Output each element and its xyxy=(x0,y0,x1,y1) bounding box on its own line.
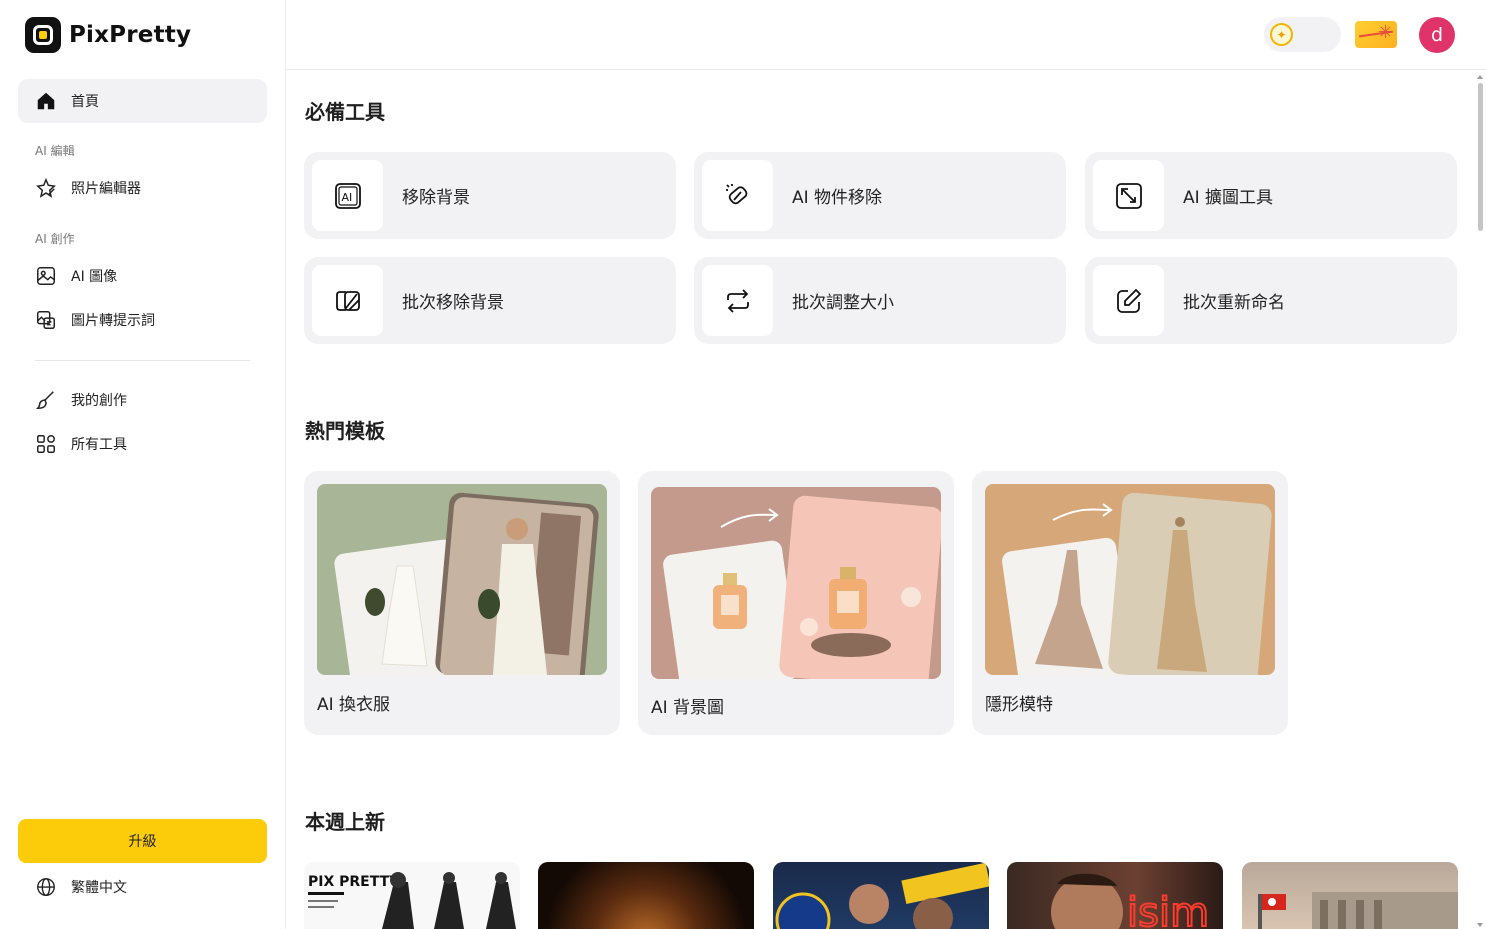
sidebar-item-ai-image[interactable]: AI 圖像 xyxy=(18,254,267,298)
tool-card-expand[interactable]: AI 擴圖工具 xyxy=(1085,152,1457,239)
sidebar-item-label: 首頁 xyxy=(71,94,99,110)
new-thumb-2[interactable] xyxy=(538,862,754,929)
section-title-new-this-week: 本週上新 xyxy=(305,810,385,834)
template-image-invisible-model xyxy=(985,484,1275,675)
sidebar-item-label: 圖片轉提示詞 xyxy=(71,313,155,329)
image-prompt-icon xyxy=(37,311,55,329)
template-label: AI 背景圖 xyxy=(651,698,725,718)
tool-icon-box xyxy=(1093,265,1164,336)
section-label-ai-create: AI 創作 xyxy=(35,232,75,246)
sidebar-item-photo-editor[interactable]: 照片編輯器 xyxy=(18,166,267,210)
tool-label: 批次調整大小 xyxy=(792,293,894,313)
svg-text:isim: isim xyxy=(1127,890,1209,929)
new-thumb-3[interactable] xyxy=(773,862,989,929)
upgrade-button[interactable]: 升級 xyxy=(18,819,267,863)
app-root: PixPretty 首頁 AI 編輯 照片編輯器 AI 創作 AI 圖像 圖片轉… xyxy=(0,0,1486,929)
tool-card-object-removal[interactable]: AI 物件移除 xyxy=(694,152,1066,239)
tool-card-remove-bg[interactable]: AI 移除背景 xyxy=(304,152,676,239)
tool-icon-box xyxy=(1093,160,1164,231)
ai-image-icon xyxy=(37,267,55,285)
credits-pill[interactable]: ✦ xyxy=(1264,17,1341,52)
sidebar-item-all-tools[interactable]: 所有工具 xyxy=(18,422,267,466)
template-card-outfit[interactable]: AI 換衣服 xyxy=(304,471,620,735)
language-label: 繁體中文 xyxy=(71,880,127,896)
home-icon xyxy=(37,92,55,110)
logo-icon xyxy=(25,17,61,53)
tool-icon-box: AI xyxy=(312,160,383,231)
sparkle-coin-icon: ✦ xyxy=(1270,23,1293,46)
tool-label: 批次移除背景 xyxy=(402,293,504,313)
sidebar-item-label: 我的創作 xyxy=(71,393,127,409)
tool-icon-box xyxy=(702,265,773,336)
tool-label: 移除背景 xyxy=(402,188,470,208)
template-card-background[interactable]: AI 背景圖 xyxy=(638,471,954,735)
sidebar-item-my-creations[interactable]: 我的創作 xyxy=(18,378,267,422)
new-thumb-4[interactable]: isim xyxy=(1007,862,1223,929)
scroll-down-icon xyxy=(1477,923,1483,927)
new-thumb-5[interactable] xyxy=(1242,862,1458,929)
avatar[interactable]: d xyxy=(1419,17,1455,53)
template-image-outfit xyxy=(317,484,607,675)
batch-remove-icon xyxy=(335,290,360,311)
template-label: AI 換衣服 xyxy=(317,695,391,715)
tool-card-batch-resize[interactable]: 批次調整大小 xyxy=(694,257,1066,344)
section-title-essentials: 必備工具 xyxy=(305,100,385,124)
top-bar: ✦ ✳ d xyxy=(286,0,1486,70)
expand-icon xyxy=(1115,182,1142,209)
template-image-background xyxy=(651,487,941,679)
sidebar-item-home[interactable]: 首頁 xyxy=(18,79,267,123)
section-title-templates: 熱門模板 xyxy=(305,419,385,443)
sidebar: PixPretty 首頁 AI 編輯 照片編輯器 AI 創作 AI 圖像 圖片轉… xyxy=(0,0,286,929)
brush-icon xyxy=(35,391,54,409)
sidebar-item-label: 照片編輯器 xyxy=(71,181,141,197)
sidebar-item-label: 所有工具 xyxy=(71,437,127,453)
ai-box-icon: AI xyxy=(334,182,361,209)
new-thumb-logo: PIX PRETTY xyxy=(308,874,400,890)
scroll-up-icon xyxy=(1477,75,1483,79)
brand-name: PixPretty xyxy=(69,22,192,48)
eraser-icon xyxy=(725,183,747,204)
template-card-invisible-model[interactable]: 隱形模特 xyxy=(972,471,1288,735)
sidebar-divider xyxy=(35,360,250,361)
svg-text:AI: AI xyxy=(341,191,352,204)
section-label-ai-edit: AI 編輯 xyxy=(35,144,75,158)
logo[interactable]: PixPretty xyxy=(25,17,191,53)
template-label: 隱形模特 xyxy=(985,695,1053,715)
sparkle-edit-icon xyxy=(36,177,56,198)
sidebar-item-label: AI 圖像 xyxy=(71,269,118,285)
tool-card-batch-remove-bg[interactable]: 批次移除背景 xyxy=(304,257,676,344)
sidebar-item-image-to-prompt[interactable]: 圖片轉提示詞 xyxy=(18,298,267,342)
tool-label: AI 物件移除 xyxy=(792,188,883,208)
ticket-icon[interactable]: ✳ xyxy=(1355,21,1397,48)
scrollbar[interactable] xyxy=(1474,75,1486,929)
globe-icon xyxy=(37,878,55,896)
language-selector[interactable]: 繁體中文 xyxy=(35,876,127,898)
edit-icon xyxy=(1116,288,1141,313)
new-thumb-1[interactable]: PIX PRETTY xyxy=(304,862,520,929)
tool-icon-box xyxy=(702,160,773,231)
scrollbar-thumb[interactable] xyxy=(1478,83,1483,231)
tool-card-batch-rename[interactable]: 批次重新命名 xyxy=(1085,257,1457,344)
grid-plus-icon xyxy=(37,435,55,453)
tool-label: AI 擴圖工具 xyxy=(1183,188,1274,208)
tool-icon-box xyxy=(312,265,383,336)
repeat-icon xyxy=(726,288,749,313)
tool-label: 批次重新命名 xyxy=(1183,293,1285,313)
